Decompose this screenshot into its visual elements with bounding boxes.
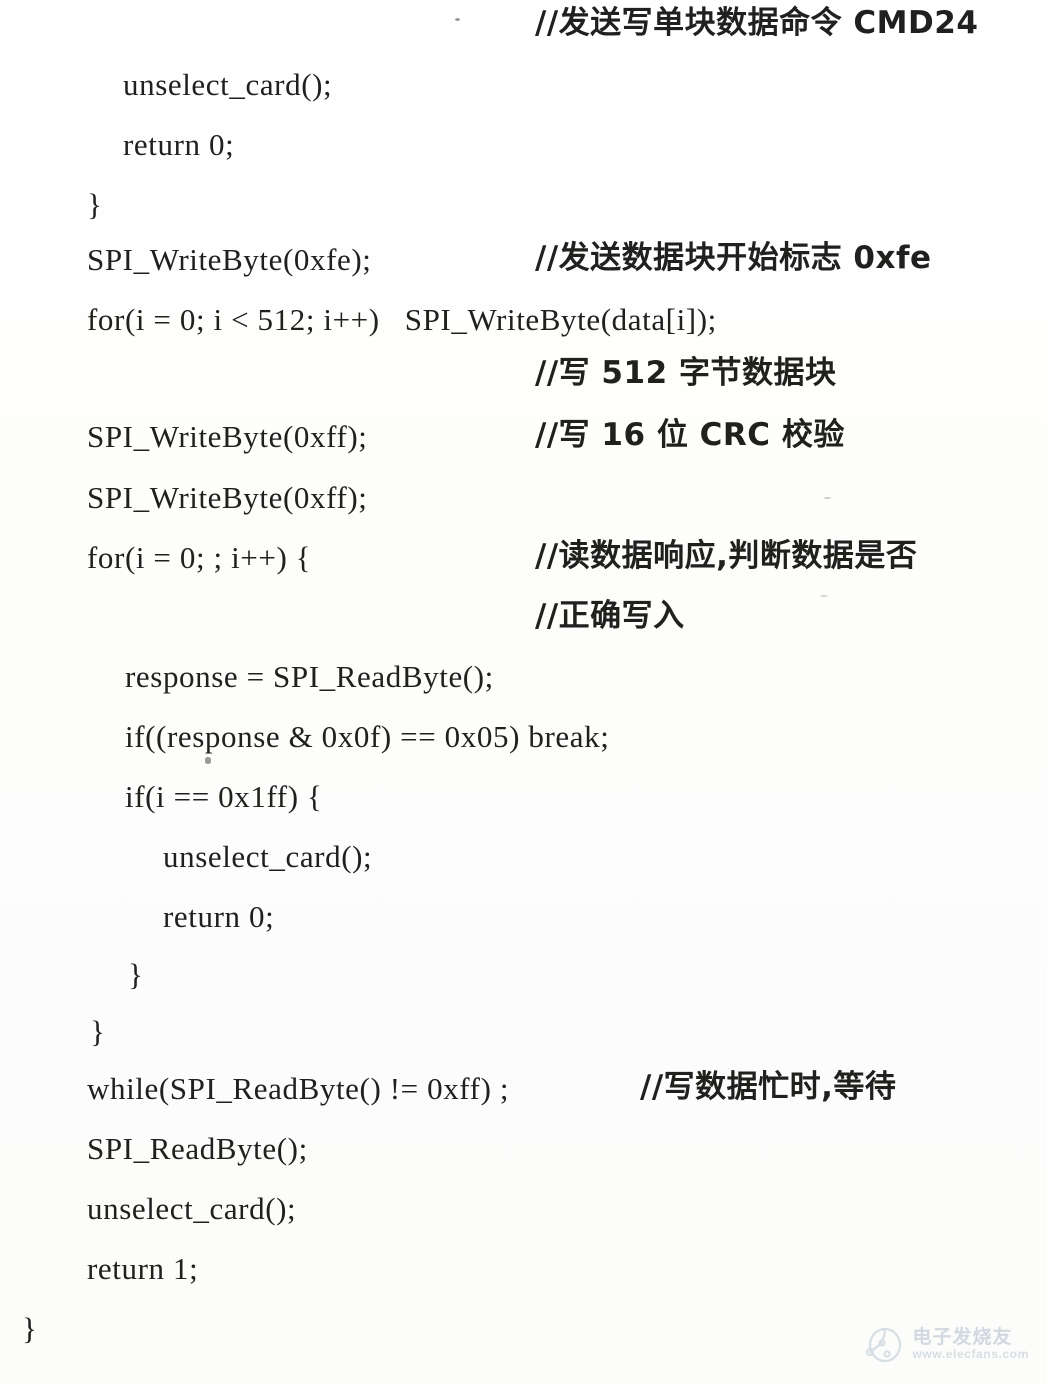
code-line: unselect_card(); [163, 839, 373, 874]
scan-speck [205, 757, 211, 764]
code-listing: //发送写单块数据命令 CMD24 unselect_card(); retur… [0, 0, 1047, 1385]
code-comment: //写数据忙时,等待 [640, 1069, 897, 1105]
scan-speck [824, 497, 831, 499]
code-line: SPI_WriteByte(0xfe); [87, 242, 372, 277]
code-line: return 0; [123, 127, 235, 162]
code-comment: //读数据响应,判断数据是否 [535, 538, 918, 574]
code-line: response = SPI_ReadByte(); [125, 659, 494, 694]
watermark-url: www.elecfans.com [912, 1346, 1029, 1361]
code-line: unselect_card(); [87, 1191, 297, 1226]
code-line: SPI_WriteByte(0xff); [87, 480, 368, 515]
code-line: SPI_WriteByte(0xff); [87, 419, 368, 454]
code-comment: //正确写入 [535, 598, 685, 634]
code-comment: //写 512 字节数据块 [535, 355, 837, 391]
code-line: for(i = 0; ; i++) { [87, 540, 312, 575]
code-comment: //发送数据块开始标志 0xfe [535, 240, 932, 276]
code-line: } [128, 957, 144, 992]
code-line: } [87, 187, 103, 222]
elecfans-logo-icon [860, 1321, 906, 1367]
watermark-text: 电子发烧友 www.elecfans.com [912, 1325, 1029, 1361]
scan-speck [820, 595, 828, 597]
code-line: return 1; [87, 1251, 199, 1286]
code-comment: //写 16 位 CRC 校验 [535, 417, 845, 453]
watermark-brand: 电子发烧友 [912, 1325, 1013, 1348]
code-line: return 0; [163, 899, 275, 934]
code-line: } [22, 1311, 38, 1346]
code-line: if((response & 0x0f) == 0x05) break; [125, 719, 610, 754]
code-line: SPI_ReadByte(); [87, 1131, 308, 1166]
code-line: } [90, 1014, 106, 1049]
scan-speck [455, 18, 460, 21]
scanned-page: //发送写单块数据命令 CMD24 unselect_card(); retur… [0, 0, 1047, 1385]
code-line: if(i == 0x1ff) { [125, 779, 323, 814]
watermark: 电子发烧友 www.elecfans.com [860, 1321, 1029, 1367]
code-line: while(SPI_ReadByte() != 0xff) ; [87, 1071, 510, 1106]
code-line: for(i = 0; i < 512; i++) SPI_WriteByte(d… [87, 302, 717, 337]
code-comment: //发送写单块数据命令 CMD24 [535, 5, 979, 41]
code-line: unselect_card(); [123, 67, 333, 102]
